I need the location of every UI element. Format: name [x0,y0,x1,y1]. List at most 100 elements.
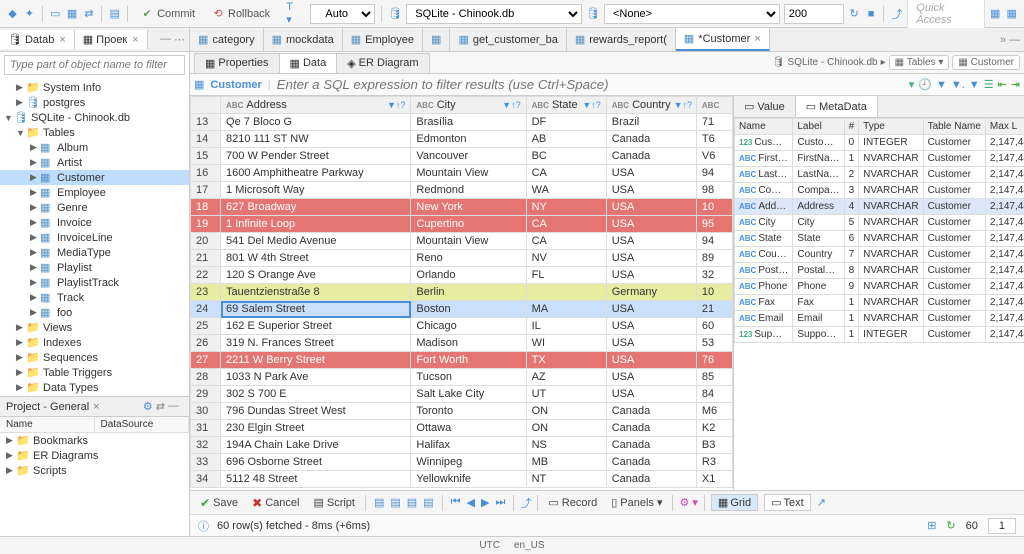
align1-icon[interactable]: ▤ [372,495,386,510]
tree-album[interactable]: ▶▦Album [0,140,189,155]
row-34[interactable]: 345112 48 StreetYellowknifeNTCanadaX1 [191,471,733,488]
subtab-er[interactable]: ◈ ER Diagram [336,53,429,73]
collapse-icon[interactable]: ⇤ [998,78,1007,91]
panels-button[interactable]: ▯ Panels ▾ [607,494,666,511]
row-32[interactable]: 32194A Chain Lake DriveHalifaxNSCanadaB3 [191,437,733,454]
perspective-icon[interactable]: ▦ [989,7,1002,21]
grid-toggle[interactable]: ▦ Grid [711,494,758,511]
align3-icon[interactable]: ▤ [405,495,419,510]
bc-db[interactable]: SQLite - Chinook.db [788,57,878,68]
quick-access[interactable]: Quick Access [907,0,985,30]
tree-sqlite-chinook-db[interactable]: ▼🛢SQLite - Chinook.db [0,110,189,125]
tree-customer[interactable]: ▶▦Customer [0,170,189,185]
tree-artist[interactable]: ▶▦Artist [0,155,189,170]
subtab-properties[interactable]: ▦ Properties [194,53,280,73]
etab--customer[interactable]: ▦ *Customer × [676,28,770,51]
txn-mode-icon[interactable]: T ▾ [280,0,306,28]
meta-country[interactable]: ABCCou…Country7NVARCHARCustomer2,147,483 [735,247,1024,263]
tree-track[interactable]: ▶▦Track [0,290,189,305]
tab-projects[interactable]: ▦ Проек× [75,30,148,49]
proj-scripts[interactable]: ▶📁Scripts [0,463,189,478]
prev-icon[interactable]: ◀ [465,495,477,510]
new-sql-icon[interactable]: ✦ [23,7,36,21]
meta-address[interactable]: ABCAdd…Address4NVARCHARCustomer2,147,483 [735,199,1024,215]
cancel-button[interactable]: ✖Cancel [248,494,303,512]
col-city[interactable]: ABCCity▼↑? [411,97,526,114]
meta-custo[interactable]: 123Cus…Custo…0INTEGERCustomer2,147,483 [735,135,1024,151]
col-datasource[interactable]: DataSource [95,417,190,432]
schema-select[interactable]: <None> [604,4,780,24]
etab--sqlite-chino[interactable]: ▦ [423,28,450,51]
row-15[interactable]: 15700 W Pender StreetVancouverBCCanadaV6 [191,148,733,165]
col-name[interactable]: Name [0,417,95,432]
align4-icon[interactable]: ▤ [421,495,435,510]
row-33[interactable]: 33696 Osborne StreetWinnipegMBCanadaR3 [191,454,733,471]
tree-mediatype[interactable]: ▶▦MediaType [0,245,189,260]
sql-filter-input[interactable] [277,77,903,92]
new-connection-icon[interactable]: ◆ [6,7,19,21]
row-27[interactable]: 272211 W Berry StreetFort WorthTXUSA76 [191,352,733,369]
proj-er-diagrams[interactable]: ▶📁ER Diagrams [0,448,189,463]
tree-sequences[interactable]: ▶📁Sequences [0,350,189,365]
min-icon[interactable]: — [1009,34,1020,46]
tree-indexes[interactable]: ▶📁Indexes [0,335,189,350]
funnel-icon[interactable]: ▼ [969,79,980,91]
etab-get_customer_ba[interactable]: ▦ get_customer_ba [450,28,566,51]
next-icon[interactable]: ▶ [479,495,491,510]
tree-postgres[interactable]: ▶🛢postgres [0,95,189,110]
col-address[interactable]: ABCAddress▼↑? [221,97,411,114]
row-24[interactable]: 2469 Salem StreetBostonMAUSA21 [191,301,733,318]
tree-invoiceline[interactable]: ▶▦InvoiceLine [0,230,189,245]
row-21[interactable]: 21801 W 4th StreetRenoNVUSA89 [191,250,733,267]
more-tabs-icon[interactable]: » [1000,34,1006,46]
menu-icon[interactable]: ⋯ [174,33,185,46]
col-state[interactable]: ABCState▼↑? [526,97,606,114]
rownum-header[interactable] [191,97,221,114]
proj-bookmarks[interactable]: ▶📁Bookmarks [0,433,189,448]
close-icon[interactable]: × [59,34,65,46]
timezone[interactable]: UTC [479,540,500,551]
connection-select[interactable]: SQLite - Chinook.db [406,4,582,24]
nav-filter-input[interactable] [4,55,185,75]
collapse-icon[interactable]: — [168,400,179,413]
etab-mockdata[interactable]: ▦ mockdata [264,28,343,51]
tab-value[interactable]: ▭ Value [734,96,796,117]
mcol-table[interactable]: Table Name [923,119,985,135]
meta-lastna[interactable]: ABCLast…LastNa…2NVARCHARCustomer2,147,48… [735,167,1024,183]
perspective2-icon[interactable]: ▦ [1005,7,1018,21]
row-23[interactable]: 23Tauentzienstraße 8BerlinGermany10 [191,284,733,301]
row-28[interactable]: 281033 N Park AveTucsonAZUSA85 [191,369,733,386]
col-extra[interactable]: ABC [696,97,732,114]
rollback-button[interactable]: ⟲Rollback [205,5,276,23]
link-icon[interactable]: ⇄ [156,400,165,413]
script-button[interactable]: ▤ Script [309,494,359,511]
apply-icon[interactable]: ▾ [909,78,915,91]
bc-customer[interactable]: ▦ Customer [952,55,1020,70]
meta-phone[interactable]: ABCPhonePhone9NVARCHARCustomer2,147,483 [735,279,1024,295]
gear-icon[interactable]: ⚙ [143,400,153,413]
tab-database[interactable]: 🛢 Datab× [0,30,75,49]
row-13[interactable]: 13Qe 7 Bloco GBrasíliaDFBrazil71 [191,114,733,131]
mcol-type[interactable]: Type [859,119,923,135]
history-icon[interactable]: 🕘 [918,78,932,91]
locale[interactable]: en_US [514,540,545,551]
text-toggle[interactable]: ▭ Text [764,494,811,511]
meta-email[interactable]: ABCEmailEmail1NVARCHARCustomer2,147,483 [735,311,1024,327]
save-button[interactable]: ✔Save [196,494,242,512]
sql-editor-icon[interactable]: ▤ [108,7,121,21]
funnel-icon[interactable]: ▼ [936,79,947,91]
commit-button[interactable]: ✔Commit [134,5,201,23]
mcol-max[interactable]: Max L [985,119,1024,135]
row-14[interactable]: 148210 111 ST NWEdmontonABCanadaT6 [191,131,733,148]
columns-icon[interactable]: ☰ [984,78,994,91]
row-26[interactable]: 26319 N. Frances StreetMadisonWIUSA53 [191,335,733,352]
tree-tables[interactable]: ▼📁Tables [0,125,189,140]
meta-grid[interactable]: Name Label # Type Table Name Max L 123Cu… [734,118,1024,343]
close-icon[interactable]: × [93,401,99,413]
data-grid[interactable]: ABCAddress▼↑? ABCCity▼↑? ABCState▼↑? ABC… [190,96,733,488]
meta-firstna[interactable]: ABCFirst…FirstNa…1NVARCHARCustomer2,147,… [735,151,1024,167]
row-limit-input[interactable] [784,4,844,24]
expand-icon[interactable]: ⇥ [1011,78,1020,91]
mcol-num[interactable]: # [844,119,859,135]
folder-icon[interactable]: ▭ [49,7,62,21]
